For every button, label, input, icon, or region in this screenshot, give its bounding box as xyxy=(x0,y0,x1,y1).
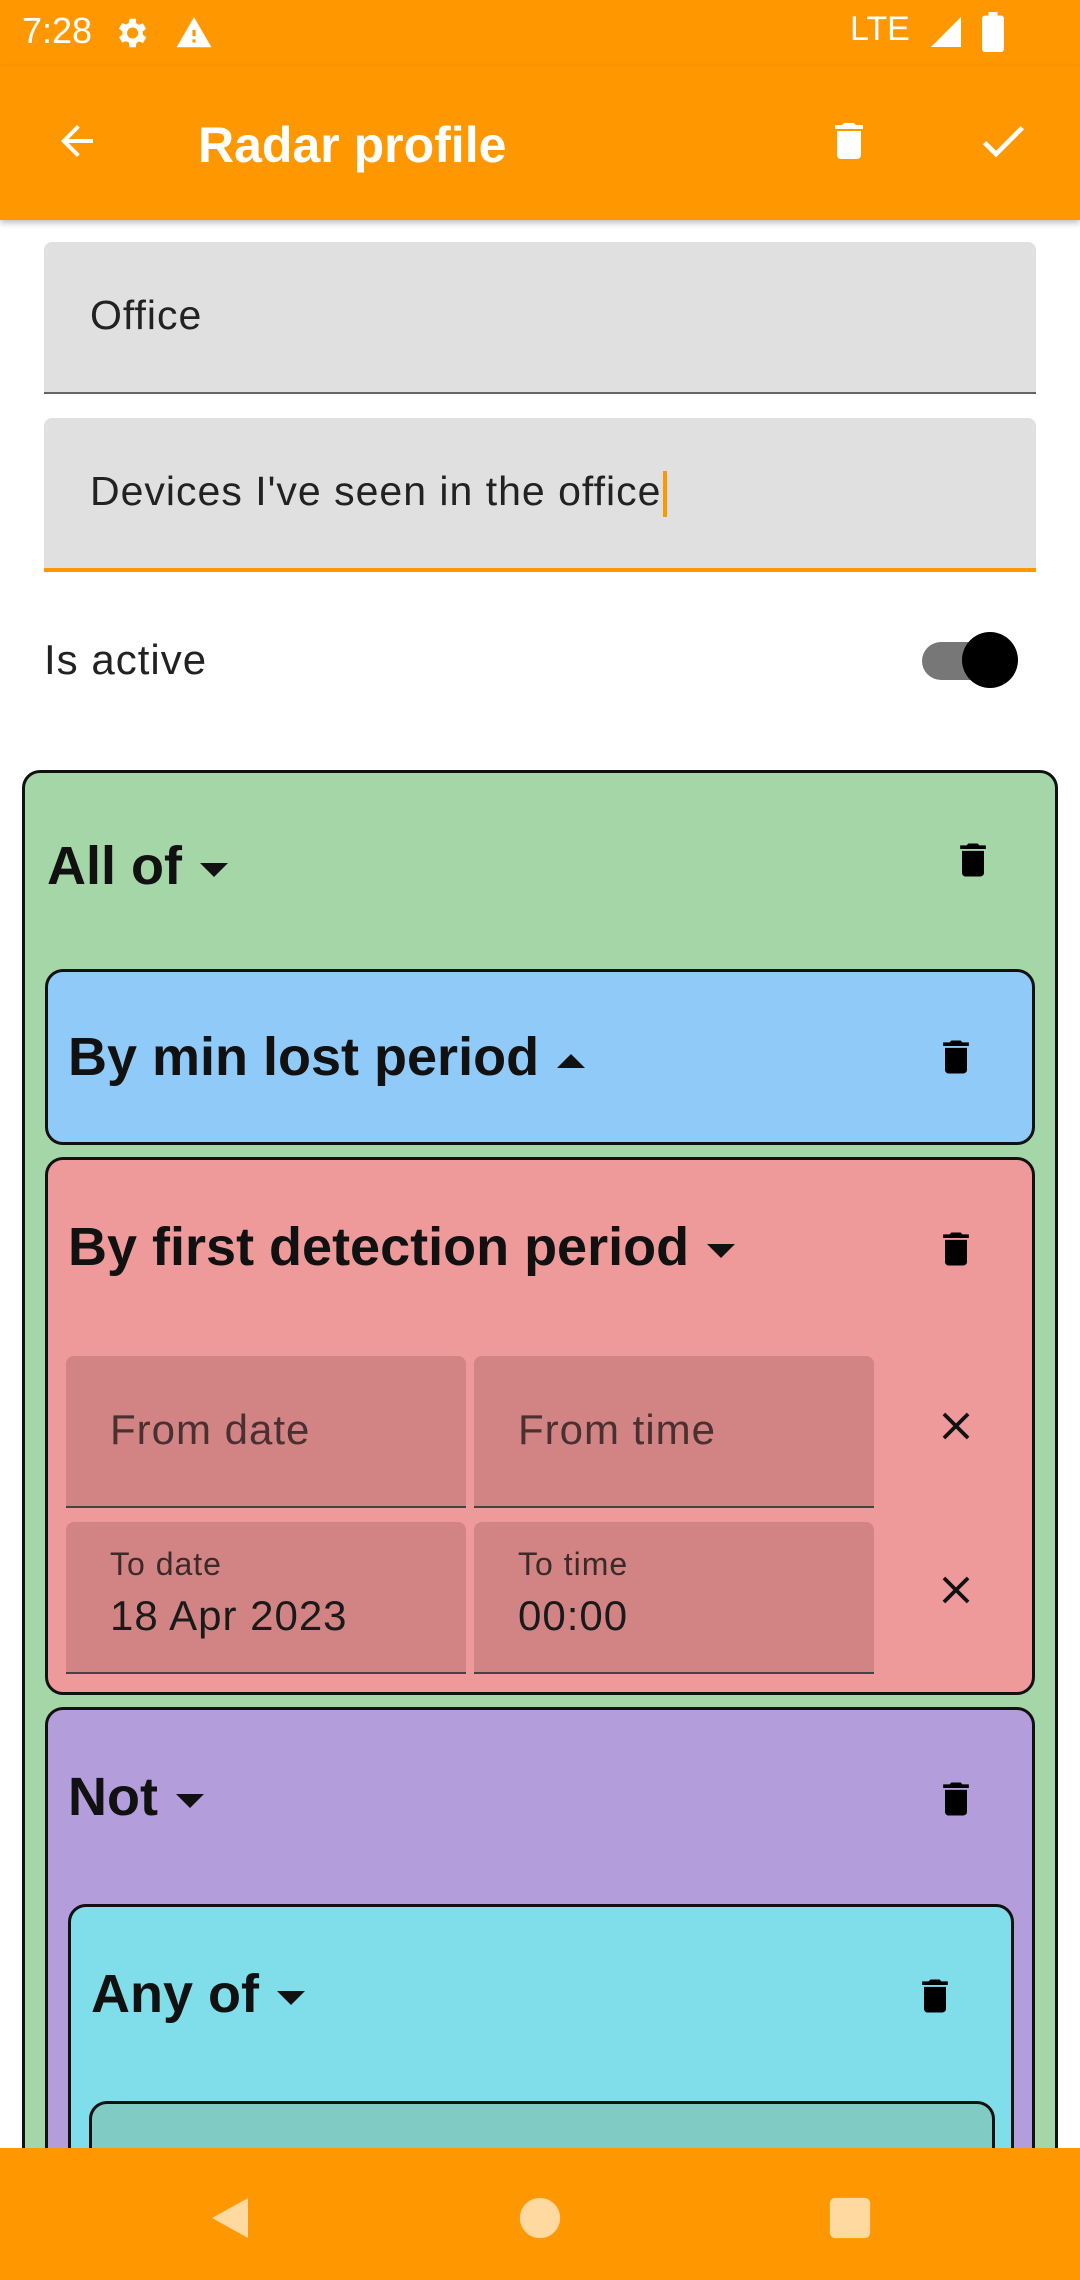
nav-back-button[interactable] xyxy=(200,2188,260,2248)
clear-from-button[interactable] xyxy=(926,1396,986,1456)
delete-not-button[interactable] xyxy=(926,1764,986,1834)
page-title: Radar profile xyxy=(198,117,507,173)
trash-icon xyxy=(943,1232,969,1266)
warning-icon xyxy=(174,14,214,57)
min-lost-period-filter-card: By min lost period xyxy=(45,969,1035,1145)
first-detection-period-label: By first detection period xyxy=(68,1217,690,1277)
back-button[interactable] xyxy=(32,96,122,186)
delete-min-lost-period-button[interactable] xyxy=(926,1022,986,1092)
delete-any-of-button[interactable] xyxy=(905,1961,965,2031)
first-detection-period-filter-card: By first detection period From date From… xyxy=(45,1157,1035,1695)
to-time-value: 00:00 xyxy=(518,1592,629,1639)
network-label: LTE xyxy=(850,10,910,48)
name-field[interactable]: Office xyxy=(44,242,1036,394)
from-time-field[interactable]: From time xyxy=(474,1356,874,1508)
text-cursor xyxy=(663,471,668,518)
all-of-filter-card: All of By min lost period By first detec… xyxy=(22,770,1058,2267)
from-time-placeholder: From time xyxy=(518,1406,716,1453)
home-circle-icon xyxy=(519,2197,561,2239)
chevron-up-icon xyxy=(557,1053,586,1068)
all-of-dropdown[interactable]: All of xyxy=(47,835,228,897)
clear-to-button[interactable] xyxy=(926,1560,986,1620)
recents-square-icon xyxy=(829,2197,871,2239)
chevron-down-icon xyxy=(277,1990,305,2005)
to-time-field[interactable]: To time 00:00 xyxy=(474,1522,874,1674)
trash-icon xyxy=(960,843,986,877)
description-value: Devices I've seen in the office xyxy=(90,468,662,514)
description-field[interactable]: Devices I've seen in the office xyxy=(44,418,1036,572)
app-bar: Radar profile xyxy=(0,66,1080,220)
chevron-down-icon xyxy=(707,1243,736,1258)
any-of-label: Any of xyxy=(91,1964,259,2024)
trash-icon xyxy=(943,1040,969,1074)
status-time: 7:28 xyxy=(22,10,93,51)
close-icon xyxy=(942,1576,970,1604)
any-of-dropdown[interactable]: Any of xyxy=(91,1963,305,2025)
nav-home-button[interactable] xyxy=(510,2188,570,2248)
switch-thumb[interactable] xyxy=(962,632,1018,688)
arrow-back-icon xyxy=(61,125,93,157)
trash-icon xyxy=(835,123,863,159)
delete-first-detection-button[interactable] xyxy=(926,1214,986,1284)
not-label: Not xyxy=(68,1767,158,1827)
to-date-field[interactable]: To date 18 Apr 2023 xyxy=(66,1522,466,1674)
not-dropdown[interactable]: Not xyxy=(68,1766,204,1828)
check-icon xyxy=(982,126,1024,158)
nav-recents-button[interactable] xyxy=(820,2188,880,2248)
trash-icon xyxy=(943,1782,969,1816)
min-lost-period-dropdown[interactable]: By min lost period xyxy=(68,1026,586,1088)
to-time-label: To time xyxy=(518,1546,629,1582)
back-triangle-icon xyxy=(212,2198,248,2238)
delete-profile-button[interactable] xyxy=(804,96,894,186)
to-date-label: To date xyxy=(110,1546,222,1582)
chevron-down-icon xyxy=(175,1793,204,1808)
first-detection-period-dropdown[interactable]: By first detection period xyxy=(68,1216,736,1278)
name-value: Office xyxy=(90,292,203,338)
signal-icon xyxy=(928,14,964,55)
chevron-down-icon xyxy=(199,862,228,877)
settings-icon xyxy=(112,14,150,57)
save-button[interactable] xyxy=(958,96,1048,186)
delete-all-of-button[interactable] xyxy=(943,825,1003,895)
from-date-field[interactable]: From date xyxy=(66,1356,466,1508)
navigation-bar xyxy=(0,2148,1080,2280)
min-lost-period-label: By min lost period xyxy=(68,1027,540,1087)
to-date-value: 18 Apr 2023 xyxy=(110,1592,348,1639)
trash-icon xyxy=(922,1979,948,2013)
status-bar: 7:28 LTE xyxy=(0,0,1080,66)
from-date-placeholder: From date xyxy=(110,1406,311,1453)
all-of-label: All of xyxy=(47,836,182,896)
close-icon xyxy=(942,1412,970,1440)
is-active-label: Is active xyxy=(44,636,208,683)
battery-icon xyxy=(982,12,1004,57)
